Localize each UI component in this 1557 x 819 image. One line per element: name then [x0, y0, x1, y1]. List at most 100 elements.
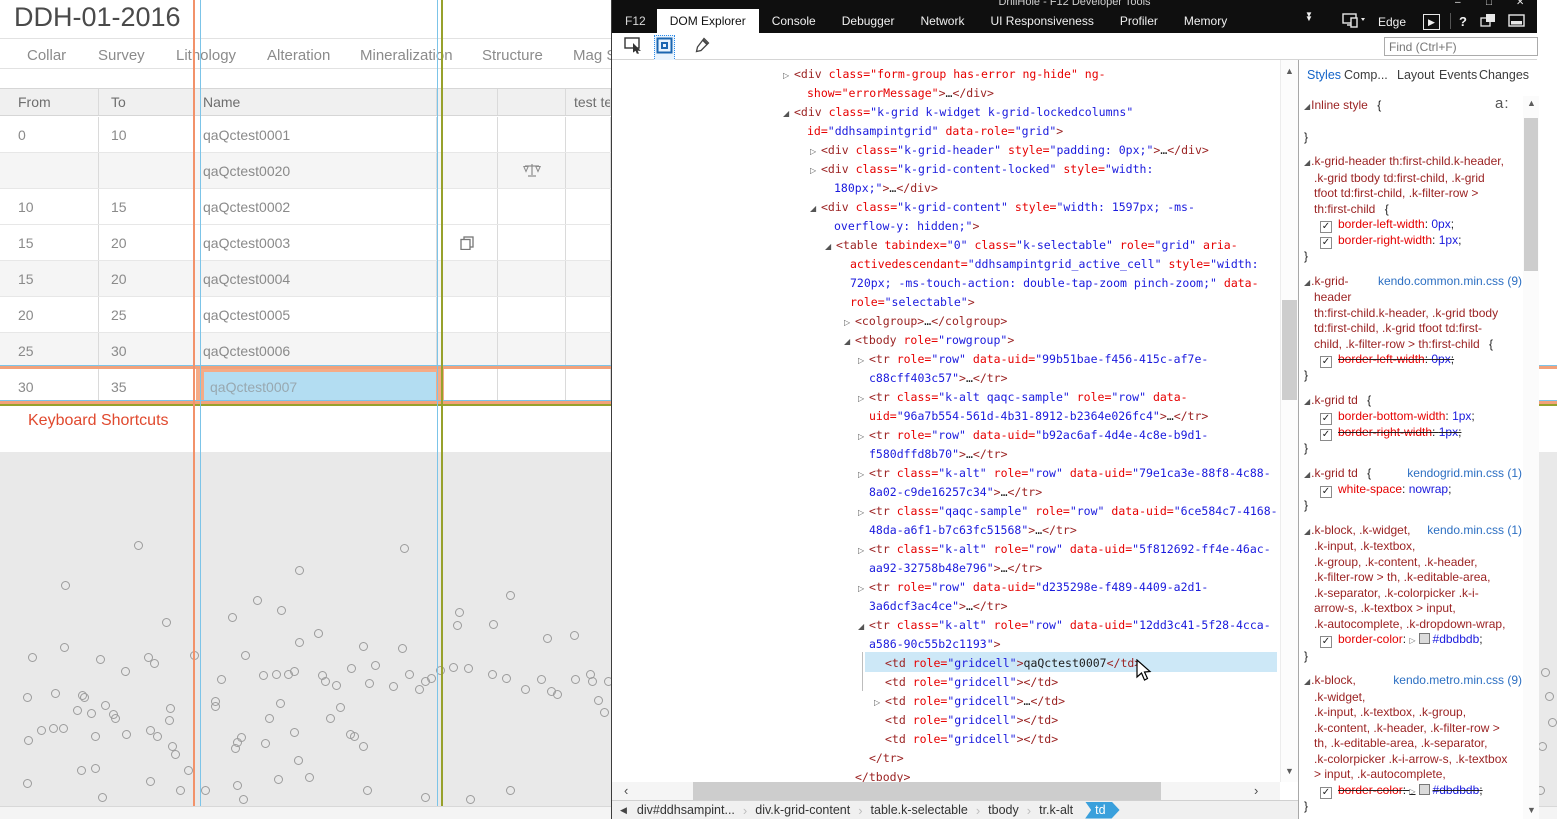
expand-icon[interactable]: ▷ [810, 142, 821, 161]
empty-cell[interactable] [566, 117, 611, 152]
empty-cell[interactable] [566, 261, 611, 296]
from-cell[interactable]: 10 [0, 189, 99, 224]
property-checkbox[interactable]: ✓ [1320, 786, 1332, 799]
collapse-icon[interactable]: ◢ [1304, 677, 1310, 686]
dom-tree-node[interactable]: 48da-a6f1-b7c63fc51568">…</tr> [869, 521, 1077, 540]
scrollbar-thumb[interactable] [693, 782, 1161, 800]
expand-icon[interactable]: ▷ [858, 579, 869, 598]
tab-collar[interactable]: Collar [27, 47, 66, 64]
scroll-right-icon[interactable]: › [1254, 782, 1258, 800]
empty-cell[interactable] [566, 333, 611, 368]
styles-tab-comp[interactable]: Comp... [1344, 68, 1388, 82]
tab-structure[interactable]: Structure [482, 47, 543, 64]
css-property[interactable]: ✓ border-right-width: 1px; [1304, 425, 1516, 441]
name-cell[interactable]: qaQctest0005 [195, 297, 437, 332]
css-selector[interactable]: .k-input, .k-textbox, [1304, 539, 1516, 555]
empty-cell[interactable] [566, 225, 611, 260]
css-selector[interactable]: header [1304, 290, 1516, 306]
dom-tree-node[interactable]: 8a02-c9de16257c34">…</tr> [869, 483, 1042, 502]
devtools-tab-memory[interactable]: Memory [1171, 9, 1240, 33]
empty-cell[interactable] [498, 369, 566, 404]
css-selector[interactable]: ◢.k-block, kendo.metro.min.css (9) [1304, 673, 1522, 690]
css-selector[interactable]: ◢.k-grid td {kendogrid.min.css (1) [1304, 466, 1522, 483]
empty-cell[interactable] [437, 369, 498, 404]
styles-vertical-scrollbar[interactable]: ▲ ▼ [1523, 96, 1539, 819]
to-cell[interactable] [99, 153, 195, 188]
dom-tree-node[interactable]: ◢ <table tabindex="0" class="k-selectable… [825, 236, 1238, 255]
dom-tree-node[interactable]: f580dffd8b70">…</tr> [869, 445, 1008, 464]
table-row[interactable]: 20 25 qaQctest0005 [0, 297, 611, 333]
from-cell[interactable] [0, 153, 99, 188]
devtools-tab-dom-explorer[interactable]: DOM Explorer [656, 9, 759, 33]
element-highlighting-icon[interactable] [654, 35, 675, 61]
css-selector[interactable]: .k-widget, [1304, 690, 1516, 706]
devtools-tab-ui-responsiveness[interactable]: UI Responsiveness [977, 9, 1106, 33]
dom-tree-node[interactable]: ▷ <div class="k-grid-header" style="paddi… [810, 141, 1209, 160]
empty-cell[interactable] [498, 189, 566, 224]
css-selector[interactable]: > input, .k-autocomplete, [1304, 767, 1516, 783]
tab-alteration[interactable]: Alteration [267, 47, 330, 64]
collapse-icon[interactable]: ◢ [1304, 278, 1310, 287]
css-file-link[interactable]: kendo.metro.min.css (9) [1393, 673, 1522, 689]
dom-tree-node[interactable]: ▷ <tr role="row" data-uid="99b51bae-f456-… [858, 350, 1208, 369]
device-emulation-icon[interactable] [1342, 13, 1366, 33]
name-cell[interactable]: qaQctest0004 [195, 261, 437, 296]
table-row[interactable]: 15 20 qaQctest0004 [0, 261, 611, 297]
scroll-up-icon[interactable]: ▲ [1281, 66, 1298, 76]
css-selector[interactable]: th, .k-editable-area, .k-separator, [1304, 736, 1516, 752]
table-row[interactable]: qaQctest0020 [0, 153, 611, 189]
dom-tree-node[interactable]: ▷ <colgroup>…</colgroup> [844, 312, 1007, 331]
empty-cell[interactable] [437, 261, 498, 296]
css-selector[interactable]: .k-filter-row > th, .k-editable-area, [1304, 570, 1516, 586]
empty-cell[interactable] [566, 153, 611, 188]
collapse-icon[interactable]: ◢ [825, 237, 836, 256]
table-row[interactable]: 15 20 qaQctest0003 [0, 225, 611, 261]
tab-survey[interactable]: Survey [98, 47, 145, 64]
to-cell[interactable]: 35 [99, 369, 195, 404]
dock-icon[interactable] [1508, 14, 1525, 32]
collapse-icon[interactable]: ◢ [810, 199, 821, 218]
property-checkbox[interactable]: ✓ [1320, 237, 1332, 249]
scales-icon[interactable] [498, 153, 566, 188]
css-selector[interactable]: .k-colorpicker .k-i-arrow-s, .k-textbox [1304, 752, 1516, 768]
breadcrumb-item[interactable]: tbody [984, 803, 1023, 817]
expand-icon[interactable]: ▷ [858, 389, 869, 408]
breadcrumb-back-icon[interactable]: ◀ [612, 805, 633, 816]
empty-cell[interactable] [498, 333, 566, 368]
select-element-icon[interactable] [624, 36, 646, 59]
to-cell[interactable]: 25 [99, 297, 195, 332]
expand-icon[interactable]: ▷ [858, 541, 869, 560]
to-cell[interactable]: 20 [99, 225, 195, 260]
table-row[interactable]: 0 10 qaQctest0001 [0, 117, 611, 153]
styles-tab-events[interactable]: Events [1439, 68, 1477, 82]
empty-cell[interactable] [566, 189, 611, 224]
dom-tree-node[interactable]: ◢ <tbody role="rowgroup"> [844, 331, 1014, 350]
css-selector[interactable]: ◢.k-block, .k-widget, kendo.min.css (1) [1304, 523, 1522, 540]
expand-icon[interactable]: ▷ [874, 693, 885, 712]
breadcrumb-item[interactable]: div#ddhsampint... [633, 803, 739, 817]
console-dock-icon[interactable]: ▶ [1423, 14, 1440, 30]
dom-tree-node[interactable]: ▷ <td role="gridcell">…</td> [874, 692, 1065, 711]
find-input[interactable] [1384, 37, 1538, 56]
name-cell[interactable]: qaQctest0006 [195, 333, 437, 368]
css-selector[interactable]: th:first-child.k-header, .k-grid tbody [1304, 306, 1516, 322]
dom-horizontal-scrollbar[interactable]: ‹ › [612, 782, 1280, 800]
dom-tree-node[interactable]: <td role="gridcell">qaQctest0007</td> [885, 654, 1141, 673]
to-cell[interactable]: 10 [99, 117, 195, 152]
property-checkbox[interactable]: ✓ [1320, 636, 1332, 648]
css-file-link[interactable]: kendo.common.min.css (9) [1378, 274, 1522, 290]
dom-tree-node[interactable]: ▷ <tr class="k-alt qaqc-sample" role="row… [858, 388, 1188, 407]
css-selector[interactable]: td:first-child, .k-grid tfoot td:first- [1304, 321, 1516, 337]
dom-tree-node[interactable]: ▷ <tr role="row" data-uid="b92ac6af-4d4e-… [858, 426, 1208, 445]
name-cell[interactable]: qaQctest0002 [195, 189, 437, 224]
expand-icon[interactable]: ▷ [783, 66, 794, 85]
expand-icon[interactable]: ▷ [858, 465, 869, 484]
collapse-icon[interactable]: ◢ [858, 617, 869, 636]
tab-mineralization[interactable]: Mineralization [360, 47, 453, 64]
empty-cell[interactable] [437, 333, 498, 368]
empty-cell[interactable] [566, 369, 611, 404]
dom-tree-node[interactable]: </tr> [869, 749, 904, 768]
target-browser-label[interactable]: Edge [1378, 15, 1406, 29]
css-selector[interactable]: .k-separator, .k-colorpicker .k-i- [1304, 586, 1516, 602]
maximize-button[interactable]: □ [1486, 0, 1492, 8]
